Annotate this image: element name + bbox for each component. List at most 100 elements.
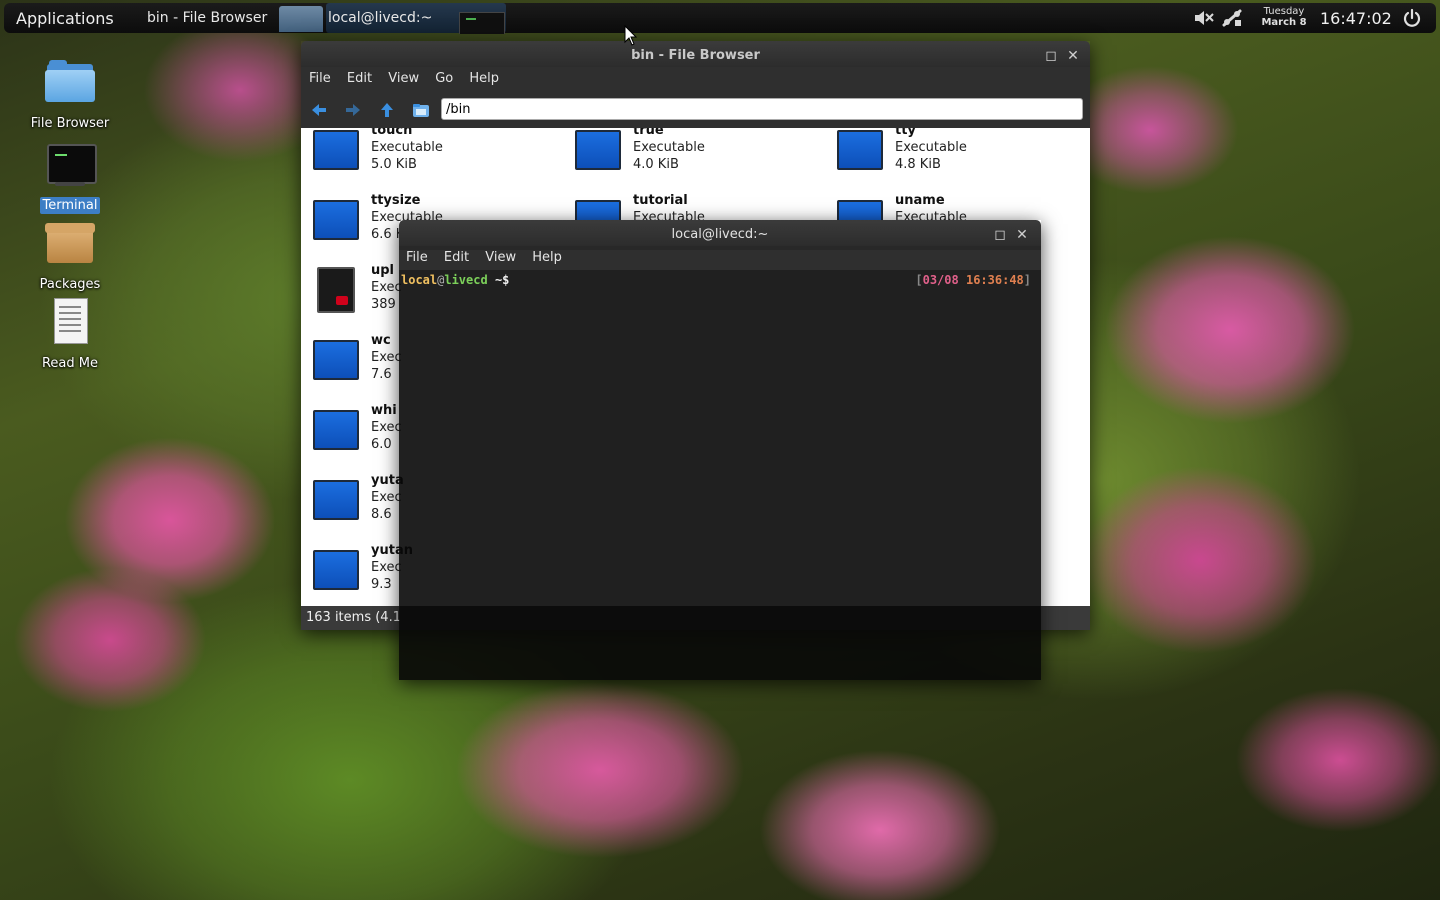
file-name: touch (371, 128, 413, 138)
terminal-window: local@livecd:~ ◻ ✕ File Edit View Help l… (399, 220, 1041, 680)
timestamp-open: [ (915, 273, 923, 287)
desktop-background: Applications bin - File Browser local@li… (0, 0, 1440, 900)
close-icon[interactable]: ✕ (1015, 228, 1029, 242)
menu-view[interactable]: View (382, 67, 425, 91)
file-item[interactable]: tty Executable 4.8 KiB (825, 128, 1075, 189)
menu-bar: File Edit View Go Help (301, 67, 1090, 91)
terminal-icon (45, 140, 97, 188)
file-name: tty (895, 128, 916, 138)
desktop-icon-file-browser[interactable]: File Browser (20, 58, 120, 132)
executable-icon (575, 130, 621, 170)
file-type: Exec (371, 560, 402, 575)
file-name: true (633, 128, 664, 138)
file-size: 389 (371, 297, 396, 312)
applications-menu[interactable]: Applications (16, 9, 114, 28)
file-size: 6.0 (371, 437, 392, 452)
date-label: March 8 (1261, 17, 1307, 28)
prompt-host: livecd (444, 273, 488, 287)
menu-bar: File Edit View Help (399, 246, 1041, 270)
file-size: 5.0 KiB (371, 157, 417, 172)
desktop-icon-label: Terminal (39, 197, 101, 214)
window-title: local@livecd:~ (671, 227, 769, 242)
file-name: whi (371, 403, 397, 418)
file-type: Exec (371, 280, 402, 295)
window-title: bin - File Browser (631, 48, 760, 63)
file-item[interactable]: touch Executable 5.0 KiB (301, 128, 551, 189)
script-icon (317, 267, 355, 313)
home-folder-icon[interactable] (412, 101, 430, 119)
taskbar-item-file-browser[interactable]: bin - File Browser (147, 3, 327, 33)
date-display[interactable]: Tuesday March 8 (1256, 6, 1312, 28)
folder-icon (45, 58, 95, 106)
menu-view[interactable]: View (479, 246, 522, 270)
prompt-path: ~$ (487, 273, 510, 287)
file-item[interactable]: true Executable 4.0 KiB (563, 128, 813, 189)
clock[interactable]: 16:47:02 (1320, 9, 1392, 28)
prompt-timestamp: [03/08 16:36:48] (915, 273, 1031, 287)
menu-help[interactable]: Help (463, 67, 505, 91)
shell-prompt: local@livecd ~$ (401, 273, 509, 287)
file-type: Executable (371, 140, 443, 155)
executable-icon (313, 480, 359, 520)
desktop-icon-label: File Browser (30, 116, 110, 131)
back-arrow-icon[interactable] (310, 101, 328, 119)
timestamp-date: 03/08 (922, 273, 959, 287)
folder-icon (279, 6, 323, 32)
top-panel: Applications bin - File Browser local@li… (4, 3, 1436, 34)
executable-icon (313, 410, 359, 450)
volume-muted-icon[interactable] (1194, 9, 1214, 27)
file-name: upl (371, 263, 395, 278)
file-size: 8.6 (371, 507, 392, 522)
menu-help[interactable]: Help (526, 246, 568, 270)
package-icon (45, 219, 95, 267)
timestamp-close: ] (1023, 273, 1031, 287)
file-type: Exec (371, 420, 402, 435)
taskbar-item-label: bin - File Browser (147, 10, 268, 26)
desktop-icon-packages[interactable]: Packages (20, 219, 120, 293)
file-name: tutorial (633, 193, 688, 208)
prompt-user: local (401, 273, 438, 287)
menu-file[interactable]: File (303, 67, 337, 91)
maximize-icon[interactable]: ◻ (1044, 49, 1058, 63)
up-arrow-icon[interactable] (378, 101, 396, 119)
executable-icon (313, 340, 359, 380)
file-name: uname (895, 193, 945, 208)
menu-go[interactable]: Go (429, 67, 459, 91)
file-size: 9.3 (371, 577, 392, 592)
mouse-pointer-icon (624, 25, 638, 46)
menu-edit[interactable]: Edit (438, 246, 475, 270)
document-icon (45, 298, 95, 346)
file-name: wc (371, 333, 391, 348)
file-size: 7.6 (371, 367, 392, 382)
executable-icon (313, 200, 359, 240)
weekday-label: Tuesday (1263, 6, 1305, 17)
desktop-icon-label: Read Me (41, 356, 98, 371)
file-type: Exec (371, 490, 402, 505)
file-name: ttysize (371, 193, 421, 208)
executable-icon (313, 130, 359, 170)
timestamp-time: 16:36:48 (965, 273, 1024, 287)
desktop-icon-read-me[interactable]: Read Me (20, 298, 120, 372)
taskbar-item-terminal[interactable]: local@livecd:~ (326, 3, 506, 34)
close-icon[interactable]: ✕ (1066, 49, 1080, 63)
network-icon[interactable] (1221, 8, 1243, 28)
power-icon[interactable] (1402, 8, 1422, 28)
desktop-icon-terminal[interactable]: Terminal (20, 140, 120, 214)
taskbar-item-label: local@livecd:~ (328, 10, 433, 26)
file-type: Executable (895, 140, 967, 155)
executable-icon (837, 130, 883, 170)
forward-arrow-icon[interactable] (344, 101, 362, 119)
desktop-icon-label: Packages (39, 277, 101, 292)
file-type: Executable (633, 140, 705, 155)
path-input[interactable]: /bin (441, 98, 1083, 120)
executable-icon (313, 550, 359, 590)
menu-file[interactable]: File (400, 246, 434, 270)
maximize-icon[interactable]: ◻ (993, 228, 1007, 242)
file-type: Exec (371, 350, 402, 365)
toolbar: /bin (301, 91, 1090, 128)
file-size: 4.0 KiB (633, 157, 679, 172)
menu-edit[interactable]: Edit (341, 67, 378, 91)
terminal-icon (459, 12, 505, 34)
file-size: 4.8 KiB (895, 157, 941, 172)
terminal-output[interactable]: local@livecd ~$ [03/08 16:36:48] (399, 270, 1041, 680)
